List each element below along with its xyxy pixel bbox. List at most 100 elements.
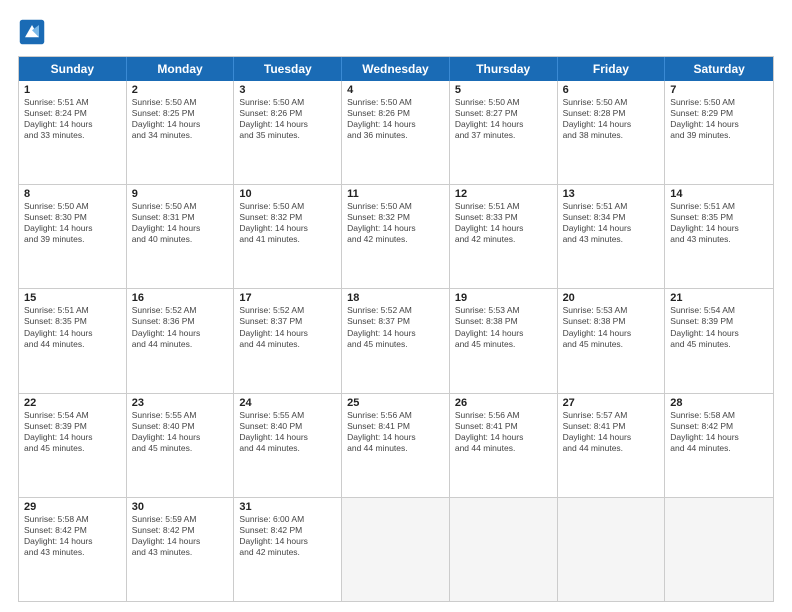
calendar-empty	[558, 498, 666, 601]
day-number: 6	[563, 84, 660, 96]
cell-text: Sunset: 8:40 PM	[132, 421, 229, 432]
cell-text: Daylight: 14 hours	[132, 328, 229, 339]
cell-text: Sunset: 8:42 PM	[239, 525, 336, 536]
cell-text: and 44 minutes.	[132, 339, 229, 350]
cell-text: and 42 minutes.	[239, 547, 336, 558]
cell-text: and 42 minutes.	[455, 234, 552, 245]
cell-text: Daylight: 14 hours	[455, 223, 552, 234]
cell-text: and 44 minutes.	[563, 443, 660, 454]
cell-text: Sunset: 8:41 PM	[455, 421, 552, 432]
cell-text: and 44 minutes.	[670, 443, 768, 454]
day-number: 21	[670, 292, 768, 304]
calendar-body: 1Sunrise: 5:51 AMSunset: 8:24 PMDaylight…	[19, 81, 773, 601]
calendar-day-14: 14Sunrise: 5:51 AMSunset: 8:35 PMDayligh…	[665, 185, 773, 288]
cell-text: and 36 minutes.	[347, 130, 444, 141]
day-number: 26	[455, 397, 552, 409]
cell-text: Sunset: 8:32 PM	[239, 212, 336, 223]
day-number: 7	[670, 84, 768, 96]
calendar-day-20: 20Sunrise: 5:53 AMSunset: 8:38 PMDayligh…	[558, 289, 666, 392]
day-number: 8	[24, 188, 121, 200]
cell-text: Sunrise: 5:50 AM	[132, 97, 229, 108]
calendar-day-13: 13Sunrise: 5:51 AMSunset: 8:34 PMDayligh…	[558, 185, 666, 288]
cell-text: Daylight: 14 hours	[24, 119, 121, 130]
calendar-week-4: 22Sunrise: 5:54 AMSunset: 8:39 PMDayligh…	[19, 393, 773, 497]
cell-text: Sunset: 8:33 PM	[455, 212, 552, 223]
cell-text: and 45 minutes.	[347, 339, 444, 350]
cell-text: Daylight: 14 hours	[239, 536, 336, 547]
cell-text: Sunrise: 5:53 AM	[563, 305, 660, 316]
day-number: 10	[239, 188, 336, 200]
cell-text: Daylight: 14 hours	[670, 328, 768, 339]
cell-text: Daylight: 14 hours	[670, 432, 768, 443]
cell-text: Sunrise: 6:00 AM	[239, 514, 336, 525]
cell-text: Sunrise: 5:51 AM	[24, 305, 121, 316]
cell-text: Sunrise: 5:50 AM	[563, 97, 660, 108]
cell-text: Daylight: 14 hours	[563, 119, 660, 130]
cell-text: Sunset: 8:27 PM	[455, 108, 552, 119]
cell-text: and 39 minutes.	[670, 130, 768, 141]
calendar-day-8: 8Sunrise: 5:50 AMSunset: 8:30 PMDaylight…	[19, 185, 127, 288]
cell-text: Daylight: 14 hours	[455, 119, 552, 130]
calendar-week-3: 15Sunrise: 5:51 AMSunset: 8:35 PMDayligh…	[19, 288, 773, 392]
cell-text: and 45 minutes.	[132, 443, 229, 454]
day-number: 19	[455, 292, 552, 304]
cell-text: and 43 minutes.	[563, 234, 660, 245]
calendar-header: SundayMondayTuesdayWednesdayThursdayFrid…	[19, 57, 773, 81]
cell-text: Daylight: 14 hours	[24, 223, 121, 234]
day-number: 31	[239, 501, 336, 513]
calendar-day-15: 15Sunrise: 5:51 AMSunset: 8:35 PMDayligh…	[19, 289, 127, 392]
cell-text: Sunrise: 5:52 AM	[347, 305, 444, 316]
cell-text: Sunset: 8:28 PM	[563, 108, 660, 119]
cell-text: and 44 minutes.	[455, 443, 552, 454]
cell-text: Daylight: 14 hours	[132, 119, 229, 130]
cell-text: Sunrise: 5:51 AM	[563, 201, 660, 212]
cell-text: and 44 minutes.	[24, 339, 121, 350]
cell-text: Sunrise: 5:50 AM	[24, 201, 121, 212]
cell-text: Sunset: 8:42 PM	[132, 525, 229, 536]
day-number: 24	[239, 397, 336, 409]
cell-text: Sunrise: 5:58 AM	[24, 514, 121, 525]
cell-text: Sunrise: 5:53 AM	[455, 305, 552, 316]
cell-text: Daylight: 14 hours	[670, 119, 768, 130]
cell-text: and 45 minutes.	[455, 339, 552, 350]
cell-text: Sunrise: 5:54 AM	[24, 410, 121, 421]
cell-text: Sunrise: 5:51 AM	[455, 201, 552, 212]
day-number: 9	[132, 188, 229, 200]
cell-text: Daylight: 14 hours	[132, 536, 229, 547]
cell-text: and 42 minutes.	[347, 234, 444, 245]
calendar-day-10: 10Sunrise: 5:50 AMSunset: 8:32 PMDayligh…	[234, 185, 342, 288]
calendar-day-29: 29Sunrise: 5:58 AMSunset: 8:42 PMDayligh…	[19, 498, 127, 601]
cell-text: and 45 minutes.	[24, 443, 121, 454]
calendar-day-6: 6Sunrise: 5:50 AMSunset: 8:28 PMDaylight…	[558, 81, 666, 184]
header-day-saturday: Saturday	[665, 57, 773, 81]
calendar-day-12: 12Sunrise: 5:51 AMSunset: 8:33 PMDayligh…	[450, 185, 558, 288]
cell-text: Sunrise: 5:58 AM	[670, 410, 768, 421]
cell-text: Daylight: 14 hours	[24, 328, 121, 339]
calendar-day-1: 1Sunrise: 5:51 AMSunset: 8:24 PMDaylight…	[19, 81, 127, 184]
calendar-day-25: 25Sunrise: 5:56 AMSunset: 8:41 PMDayligh…	[342, 394, 450, 497]
day-number: 5	[455, 84, 552, 96]
cell-text: Daylight: 14 hours	[347, 432, 444, 443]
calendar-day-11: 11Sunrise: 5:50 AMSunset: 8:32 PMDayligh…	[342, 185, 450, 288]
cell-text: Daylight: 14 hours	[239, 119, 336, 130]
cell-text: and 44 minutes.	[239, 339, 336, 350]
calendar-week-2: 8Sunrise: 5:50 AMSunset: 8:30 PMDaylight…	[19, 184, 773, 288]
cell-text: Daylight: 14 hours	[239, 223, 336, 234]
cell-text: Sunset: 8:36 PM	[132, 316, 229, 327]
day-number: 14	[670, 188, 768, 200]
cell-text: and 39 minutes.	[24, 234, 121, 245]
day-number: 25	[347, 397, 444, 409]
cell-text: Sunset: 8:41 PM	[563, 421, 660, 432]
cell-text: and 35 minutes.	[239, 130, 336, 141]
cell-text: and 34 minutes.	[132, 130, 229, 141]
cell-text: Sunrise: 5:59 AM	[132, 514, 229, 525]
cell-text: Daylight: 14 hours	[347, 328, 444, 339]
day-number: 28	[670, 397, 768, 409]
cell-text: Sunset: 8:26 PM	[347, 108, 444, 119]
cell-text: and 44 minutes.	[239, 443, 336, 454]
day-number: 23	[132, 397, 229, 409]
cell-text: Sunset: 8:24 PM	[24, 108, 121, 119]
day-number: 4	[347, 84, 444, 96]
cell-text: and 38 minutes.	[563, 130, 660, 141]
day-number: 11	[347, 188, 444, 200]
